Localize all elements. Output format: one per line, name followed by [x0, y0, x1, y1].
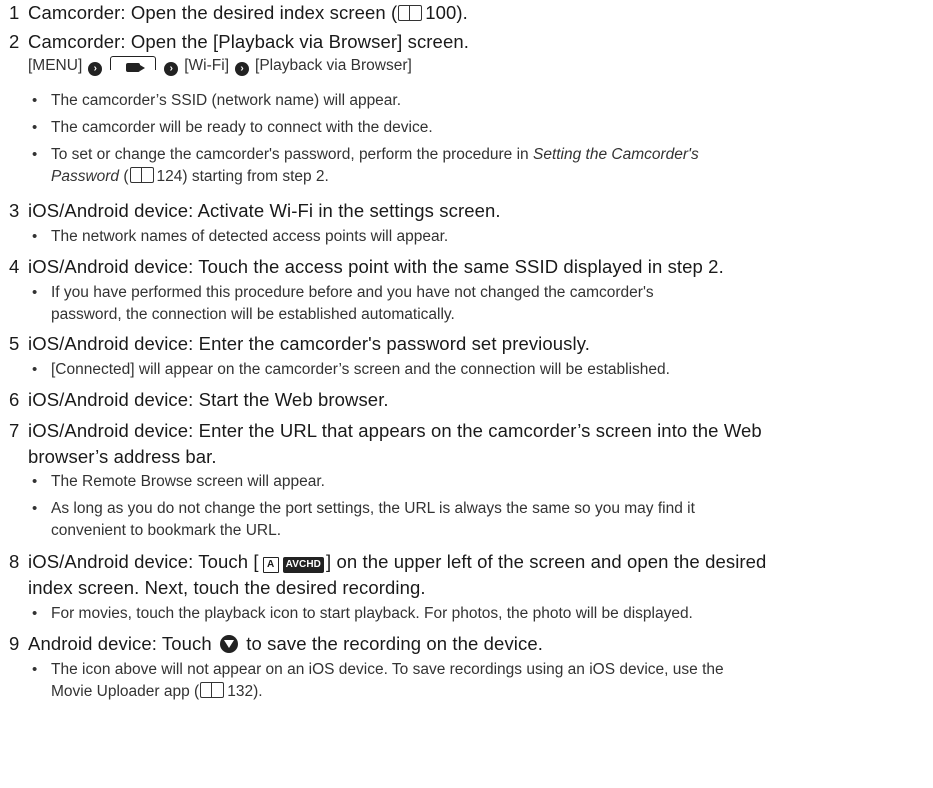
step-7-bullets: The Remote Browse screen will appear. [9, 471, 923, 493]
reference-title: Setting the Camcorder's [532, 146, 699, 163]
page-ref: 124 [156, 168, 183, 185]
bullet-text: ( [119, 168, 129, 185]
avchd-icon: AVCHD [282, 557, 324, 573]
download-icon [220, 635, 239, 653]
step-5: 5 iOS/Android device: Enter the camcorder… [9, 331, 923, 357]
step-number: 2 [9, 31, 20, 52]
chevron-right-icon: › [235, 62, 250, 76]
bullet-item: The icon above will not appear on an iOS… [9, 659, 923, 703]
step-number: 1 [9, 2, 20, 23]
book-icon [129, 167, 154, 183]
step-heading: iOS/Android device: Touch [ [28, 551, 259, 572]
step-heading-cont: browser’s address bar. [28, 446, 217, 467]
chevron-right-icon: › [164, 62, 179, 76]
step-number: 6 [9, 389, 20, 410]
reference-title: Password [51, 168, 120, 185]
menu-path: [MENU] › › [Wi-Fi] › [Playback via Browser] [9, 55, 923, 77]
step-2-bullet-3: To set or change the camcorder's passwor… [9, 144, 923, 188]
step-2-bullet-2: The camcorder will be ready to connect w… [9, 117, 923, 139]
chevron-right-icon: › [88, 62, 103, 76]
step-number: 5 [9, 333, 20, 354]
bullet-text: ). [253, 683, 263, 700]
step-1: 1 Camcorder: Open the desired index scree… [9, 0, 923, 26]
step-heading-tail: ). [456, 2, 468, 23]
step-heading: iOS/Android device: Start the Web browse… [28, 389, 389, 410]
page-ref: 132 [227, 683, 254, 700]
bullet-item: If you have performed this procedure bef… [9, 282, 923, 326]
bullet-text: ) starting from step 2. [182, 168, 329, 185]
bullet-text: password, the connection will be establi… [51, 306, 455, 323]
step-7: 7 iOS/Android device: Enter the URL that … [9, 418, 923, 470]
bullet-text: The icon above will not appear on an iOS… [51, 661, 724, 678]
step-3-bullets: The network names of detected access poi… [9, 226, 923, 248]
step-heading: to save the recording on the device. [241, 633, 543, 654]
step-2-bullets: The camcorder’s SSID (network name) will… [9, 90, 923, 112]
step-heading: iOS/Android device: Enter the URL that a… [28, 420, 762, 441]
book-icon [200, 682, 225, 698]
step-heading: iOS/Android device: Touch the access poi… [28, 256, 724, 277]
step-8-bullets: For movies, touch the playback icon to s… [9, 603, 923, 625]
step-heading: Android device: Touch [28, 633, 218, 654]
menu-item: [Playback via Browser] [255, 57, 412, 74]
step-heading: iOS/Android device: Activate Wi-Fi in th… [28, 200, 501, 221]
playback-tab-icon [110, 56, 157, 72]
bullet-item: As long as you do not change the port se… [9, 498, 923, 542]
step-number: 9 [9, 633, 20, 654]
bullet-item: For movies, touch the playback icon to s… [9, 603, 923, 625]
bullet-item: The Remote Browse screen will appear. [9, 471, 923, 493]
mode-a-icon: A [262, 557, 279, 573]
step-3: 3 iOS/Android device: Activate Wi-Fi in t… [9, 198, 923, 224]
bullet-item: To set or change the camcorder's passwor… [9, 144, 923, 188]
step-4: 4 iOS/Android device: Touch the access po… [9, 254, 923, 280]
bullet-text: If you have performed this procedure bef… [51, 284, 654, 301]
step-5-bullets: [Connected] will appear on the camcorder… [9, 359, 923, 381]
bullet-text: Movie Uploader app ( [51, 683, 200, 700]
bullet-item: The camcorder will be ready to connect w… [9, 117, 923, 139]
step-heading: ] on the upper left of the screen and op… [325, 551, 767, 572]
page-ref: 100 [425, 2, 457, 23]
bullet-item: The camcorder’s SSID (network name) will… [9, 90, 923, 112]
step-9: 9 Android device: Touch to save the recor… [9, 631, 923, 657]
step-number: 4 [9, 256, 20, 277]
step-heading: Camcorder: Open the [Playback via Browse… [28, 31, 469, 52]
step-heading: Camcorder: Open the desired index screen… [28, 2, 398, 23]
bullet-item: The network names of detected access poi… [9, 226, 923, 248]
bullet-text: To set or change the camcorder's passwor… [51, 146, 533, 163]
bullet-item: [Connected] will appear on the camcorder… [9, 359, 923, 381]
step-number: 8 [9, 551, 20, 572]
step-8: 8 iOS/Android device: Touch [A AVCHD] on t… [9, 549, 923, 601]
step-7-bullet-2: As long as you do not change the port se… [9, 498, 923, 542]
step-2: 2 Camcorder: Open the [Playback via Brows… [9, 29, 923, 77]
step-heading: iOS/Android device: Enter the camcorder'… [28, 333, 590, 354]
step-heading-cont: index screen. Next, touch the desired re… [28, 577, 426, 598]
bullet-text: convenient to bookmark the URL. [51, 522, 282, 539]
step-number: 3 [9, 200, 20, 221]
step-number: 7 [9, 420, 20, 441]
step-6: 6 iOS/Android device: Start the Web brows… [9, 387, 923, 413]
step-9-bullets: The icon above will not appear on an iOS… [9, 659, 923, 703]
menu-item: [MENU] [28, 57, 83, 74]
bullet-text: As long as you do not change the port se… [51, 500, 695, 517]
step-4-bullets: If you have performed this procedure bef… [9, 282, 923, 326]
book-icon [398, 5, 423, 21]
menu-item: [Wi-Fi] [184, 57, 230, 74]
